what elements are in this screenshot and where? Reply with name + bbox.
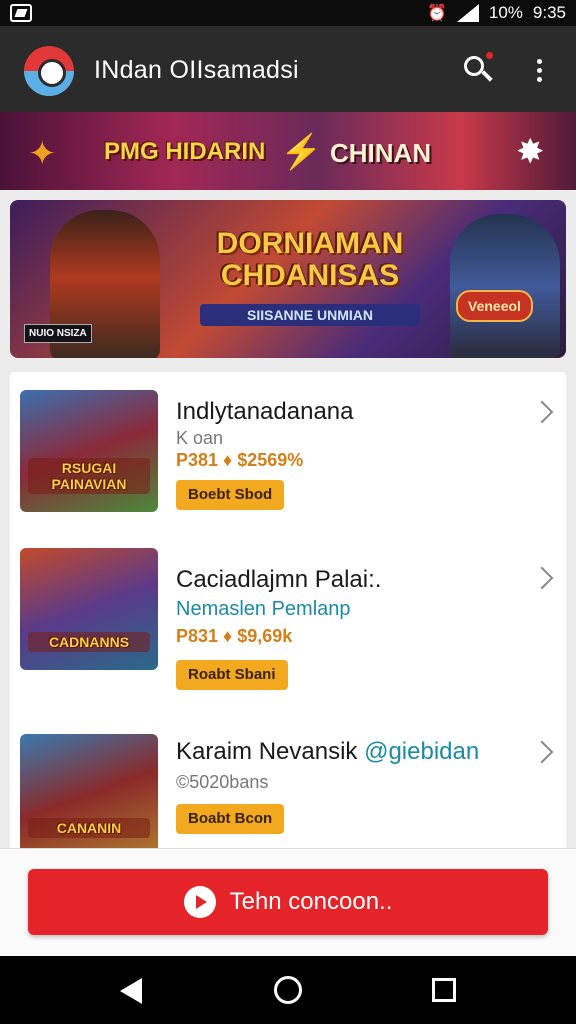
game-thumbnail[interactable]: CADNANNS bbox=[20, 548, 158, 670]
alarm-icon: ⏰ bbox=[426, 5, 447, 22]
nav-back-icon[interactable] bbox=[120, 978, 142, 1004]
banner-mini-label: NUIO NSIZA bbox=[24, 324, 92, 343]
promo-left-text: PMG HIDARIN bbox=[104, 138, 266, 165]
lightning-icon: ⚡ bbox=[280, 133, 323, 171]
hero-banner[interactable]: DORNIAMAN CHDANISAS SIISANNE UNMIAN Vene… bbox=[10, 200, 566, 358]
thumbnail-caption: CANANIN bbox=[28, 818, 150, 838]
status-bar: ⏰ 10% 9:35 bbox=[0, 0, 576, 26]
battery-level: 10% bbox=[488, 3, 523, 22]
more-vert-icon[interactable] bbox=[534, 56, 544, 86]
game-stats: P831 ♦ $9,69k bbox=[176, 626, 293, 646]
search-icon[interactable] bbox=[462, 52, 493, 84]
list-item[interactable]: CADNANNS Caciadlajmn Palai:. Nemaslen Pe… bbox=[10, 542, 566, 712]
banner-tag: Veneeol bbox=[456, 290, 533, 322]
bottom-action-area: Tehn concoon.. bbox=[0, 848, 576, 956]
primary-cta-button[interactable]: Tehn concoon.. bbox=[28, 869, 548, 935]
chevron-right-icon[interactable] bbox=[530, 740, 554, 764]
star-icon[interactable]: ✸ bbox=[516, 132, 545, 172]
chevron-right-icon[interactable] bbox=[530, 566, 554, 590]
flame-icon: ✦ bbox=[28, 135, 57, 173]
game-name: Karaim Nevansik bbox=[176, 738, 358, 765]
list-item[interactable]: RSUGAI PAINAVIAN Indlytanadanana K oan P… bbox=[10, 372, 566, 542]
game-subtitle: Nemaslen Pemlanp bbox=[176, 598, 351, 620]
game-name-row: Karaim Nevansik @giebidan bbox=[176, 738, 479, 766]
clock: 9:35 bbox=[532, 3, 566, 22]
hero-character-right bbox=[450, 214, 560, 358]
game-action-button[interactable]: Roabt Sbani bbox=[176, 660, 288, 690]
promo-right-text: CHINAN bbox=[330, 138, 432, 168]
app-logo[interactable] bbox=[24, 46, 74, 96]
game-name: Caciadlajmn Palai:. bbox=[176, 566, 382, 593]
nav-recent-icon[interactable] bbox=[432, 978, 456, 1002]
game-thumbnail[interactable]: CANANIN bbox=[20, 734, 158, 852]
app-title: INdan OIIsamadsi bbox=[94, 56, 299, 84]
list-item[interactable]: CANANIN Karaim Nevansik @giebidan ©5020b… bbox=[10, 712, 566, 852]
system-nav-bar bbox=[0, 956, 576, 1024]
game-action-button[interactable]: Boabt Bcon bbox=[176, 804, 285, 834]
game-handle[interactable]: @giebidan bbox=[364, 738, 479, 765]
thumbnail-caption: CADNANNS bbox=[28, 632, 150, 652]
game-thumbnail[interactable]: RSUGAI PAINAVIAN bbox=[20, 390, 158, 512]
signal-icon bbox=[456, 4, 479, 22]
game-list: RSUGAI PAINAVIAN Indlytanadanana K oan P… bbox=[10, 372, 566, 852]
promo-strip[interactable]: ✦ PMG HIDARIN ⚡ CHINAN ✸ bbox=[0, 112, 576, 190]
game-action-button[interactable]: Boebt Sbod bbox=[176, 480, 285, 510]
play-icon bbox=[183, 886, 216, 918]
game-stats: P381 ♦ $2569% bbox=[176, 450, 304, 470]
nav-home-icon[interactable] bbox=[274, 976, 302, 1004]
thumbnail-caption: RSUGAI PAINAVIAN bbox=[28, 458, 150, 494]
app-bar: INdan OIIsamadsi bbox=[0, 26, 576, 112]
banner-subtitle: SIISANNE UNMIAN bbox=[200, 304, 420, 326]
chevron-right-icon[interactable] bbox=[530, 400, 554, 424]
app-notification-icon bbox=[10, 4, 32, 22]
game-subtitle: K oan bbox=[176, 428, 224, 448]
game-subtitle: ©5020bans bbox=[176, 772, 269, 792]
game-name: Indlytanadanana bbox=[176, 398, 354, 425]
banner-title: DORNIAMAN CHDANISAS bbox=[216, 227, 404, 292]
cta-label: Tehn concoon.. bbox=[229, 888, 393, 915]
notification-dot bbox=[486, 52, 493, 59]
